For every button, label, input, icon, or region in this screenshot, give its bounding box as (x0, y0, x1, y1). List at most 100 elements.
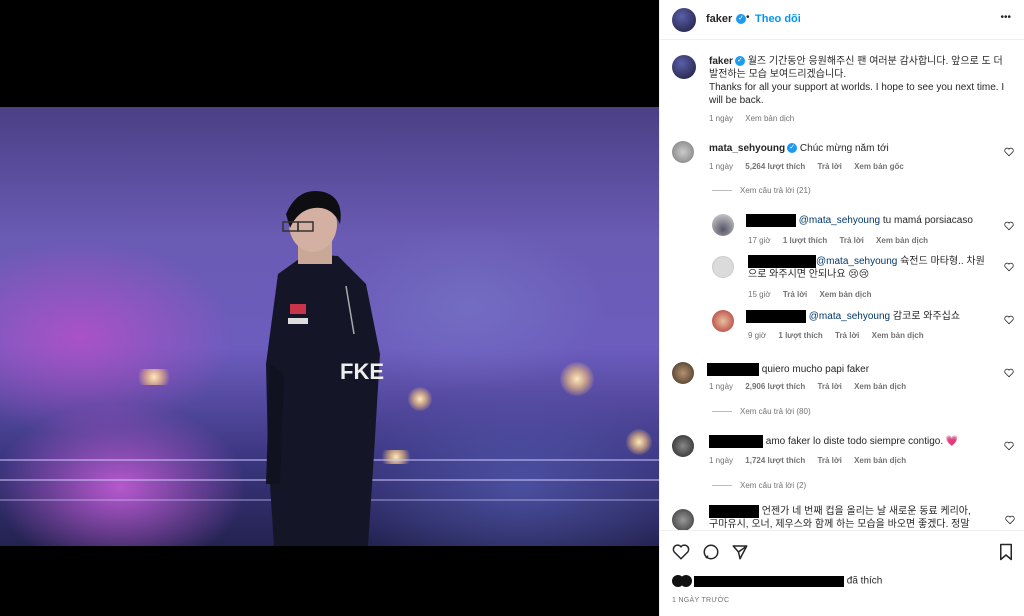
view-replies-button[interactable]: Xem câu trả lời (21) (712, 186, 811, 195)
comment-text-continued: 구마유시, 오너, 제우스와 함께 하는 모습을 바오면 좋겠다. 정말 (709, 519, 970, 530)
caption-translate[interactable]: Xem bản dịch (745, 114, 794, 123)
comment-meta: 1 ngày 5,264 lượt thích Trả lời Xem bản … (709, 162, 914, 171)
like-heart-icon[interactable] (1004, 368, 1014, 378)
comment-likes[interactable]: 1,724 lượt thích (745, 456, 805, 465)
share-icon[interactable] (731, 543, 749, 561)
city-light (408, 387, 432, 411)
comment: amo faker lo diste todo siempre contigo.… (709, 435, 958, 448)
comment-text: 언젠가 네 번째 컵을 올리는 날 새로운 동료 케리아, (761, 506, 971, 518)
caption-time: 1 ngày (709, 114, 734, 123)
comment-likes[interactable]: 2,906 lượt thích (745, 382, 805, 391)
caption-username[interactable]: faker (709, 56, 733, 67)
reply: @mata_sehyoung 슉전드 마타형.. 차원 으로 와주시면 안되나요… (748, 255, 998, 281)
verified-icon: ✓ (736, 14, 746, 24)
redacted-username (748, 255, 816, 268)
comment-username[interactable]: mata_sehyoung (709, 143, 785, 154)
view-replies-button[interactable]: Xem câu trả lời (2) (712, 481, 806, 490)
save-bookmark-icon[interactable] (998, 543, 1014, 561)
post-sidebar: faker ✓ • Theo dõi ••• faker ✓ 월즈 기간동안 응원… (659, 0, 1024, 616)
caption: faker ✓ 월즈 기간동안 응원해주신 팬 여러분 감사합니다. 앞으로 도 … (709, 55, 1009, 107)
reply-text-continued: 으로 와주시면 안되나요 😢😢 (748, 269, 870, 281)
reply-button[interactable]: Trả lời (817, 382, 841, 391)
reply-time: 17 giờ (748, 236, 771, 245)
comment-text: Chúc mừng năm tới (799, 143, 889, 154)
comment-text: amo faker lo diste todo siempre contigo.… (765, 436, 959, 448)
comment: 언젠가 네 번째 컵을 올리는 날 새로운 동료 케리아, 구마유시, 오너, … (709, 505, 999, 530)
like-icon[interactable] (672, 543, 690, 561)
post-date[interactable]: 1 NGÀY TRƯỚC (672, 597, 729, 604)
jacket-text: FKE (340, 359, 384, 384)
comment: mata_sehyoung ✓ Chúc mừng năm tới (709, 142, 889, 155)
action-bar: đã thích 1 NGÀY TRƯỚC (660, 530, 1024, 616)
default-avatar[interactable] (712, 256, 734, 278)
translate-button[interactable]: Xem bản gốc (854, 162, 904, 171)
reply-button[interactable]: Trả lời (817, 162, 841, 171)
comment-text: quiero mucho papi faker (761, 364, 870, 376)
reply: @mata_sehyoung 감코로 와주십쇼 (746, 310, 960, 323)
reply-time: 9 giờ (748, 331, 767, 340)
liker-avatar[interactable] (680, 575, 692, 587)
verified-icon: ✓ (734, 56, 745, 67)
reply-likes[interactable]: 1 lượt thích (783, 236, 827, 245)
like-heart-icon[interactable] (1004, 441, 1014, 451)
city-light (134, 369, 174, 385)
reply-meta: 9 giờ 1 lượt thích Trả lời Xem bản dịch (748, 331, 934, 340)
replier-avatar[interactable] (712, 214, 734, 236)
translate-button[interactable]: Xem bản dịch (854, 456, 906, 465)
comment: quiero mucho papi faker (707, 363, 869, 376)
reply-likes[interactable]: 1 lượt thích (778, 331, 822, 340)
comment-meta: 1 ngày 2,906 lượt thích Trả lời Xem bản … (709, 382, 916, 391)
author-username[interactable]: faker (706, 13, 732, 25)
reply-time: 15 giờ (748, 290, 771, 299)
replier-avatar[interactable] (712, 310, 734, 332)
caption-korean: 월즈 기간동안 응원해주신 팬 여러분 감사합니다. 앞으로 도 더 발전하는 … (709, 56, 1003, 80)
like-heart-icon[interactable] (1004, 147, 1014, 157)
likes-text[interactable]: đã thích (847, 576, 883, 587)
comment-likes[interactable]: 5,264 lượt thích (745, 162, 805, 171)
person-figure: FKE (266, 190, 384, 546)
post-media[interactable]: FKE (0, 0, 659, 616)
commenter-avatar[interactable] (672, 362, 694, 384)
reply-meta: 15 giờ Trả lời Xem bản dịch (748, 290, 881, 299)
reply-meta: 17 giờ 1 lượt thích Trả lời Xem bản dịch (748, 236, 938, 245)
redacted-username (707, 363, 759, 376)
comment-time: 1 ngày (709, 382, 734, 391)
translate-button[interactable]: Xem bản dịch (819, 290, 871, 299)
like-heart-icon[interactable] (1004, 221, 1014, 231)
comment-time: 1 ngày (709, 456, 734, 465)
follow-button[interactable]: Theo dõi (755, 13, 801, 25)
reply-button[interactable]: Trả lời (783, 290, 807, 299)
caption-english: Thanks for all your support at worlds. I… (709, 82, 1005, 106)
commenter-avatar[interactable] (672, 141, 694, 163)
like-heart-icon[interactable] (1004, 315, 1014, 325)
city-light (560, 362, 594, 396)
caption-meta: 1 ngày Xem bản dịch (709, 114, 804, 123)
mention-link[interactable]: @mata_sehyoung (799, 215, 880, 226)
mention-link[interactable]: @mata_sehyoung (816, 256, 897, 267)
like-heart-icon[interactable] (1004, 262, 1014, 272)
comment-icon[interactable] (702, 543, 720, 561)
translate-button[interactable]: Xem bản dịch (872, 331, 924, 340)
translate-button[interactable]: Xem bản dịch (854, 382, 906, 391)
reply-text: 감코로 와주십쇼 (892, 311, 961, 323)
translate-button[interactable]: Xem bản dịch (876, 236, 928, 245)
author-avatar[interactable] (672, 8, 696, 32)
post-header: faker ✓ • Theo dõi ••• (660, 0, 1024, 40)
redacted-liker (694, 575, 844, 587)
commenter-avatar[interactable] (672, 509, 694, 530)
commenter-avatar[interactable] (672, 435, 694, 457)
view-replies-button[interactable]: Xem câu trả lời (80) (712, 407, 811, 416)
likes-summary: đã thích (672, 575, 882, 587)
post-photo[interactable]: FKE (0, 107, 659, 546)
dot-separator: • (746, 12, 750, 23)
reply-button[interactable]: Trả lời (835, 331, 859, 340)
reply-button[interactable]: Trả lời (839, 236, 863, 245)
like-heart-icon[interactable] (1005, 515, 1015, 525)
city-light (626, 429, 652, 455)
mention-link[interactable]: @mata_sehyoung (809, 311, 890, 322)
caption-avatar[interactable] (672, 55, 696, 79)
reply-text: 슉전드 마타형.. 차원 (900, 256, 985, 268)
reply-button[interactable]: Trả lời (817, 456, 841, 465)
more-options-icon[interactable]: ••• (1000, 12, 1011, 23)
comment-time: 1 ngày (709, 162, 734, 171)
